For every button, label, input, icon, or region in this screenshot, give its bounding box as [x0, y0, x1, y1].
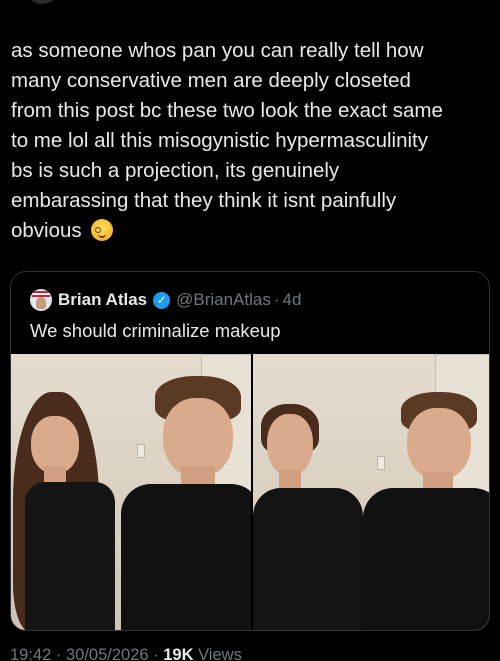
post-line: to me lol all this misogynistic hypermas…	[11, 129, 428, 152]
quoted-tweet-time[interactable]: 4d	[283, 290, 302, 310]
person-man-right	[353, 354, 489, 630]
quoted-tweet-media[interactable]	[11, 354, 489, 630]
post-line: many conservative men are deeply closete…	[11, 69, 411, 92]
views-count: 19K	[163, 646, 194, 661]
face-with-spiral-eyes-emoji-icon	[91, 219, 114, 241]
post-text: as someone whos pan you can really tell …	[11, 36, 491, 246]
verified-badge-icon: ✓	[153, 291, 171, 309]
separator-dot: ·	[51, 646, 66, 661]
tweet-view: as someone whos pan you can really tell …	[0, 0, 500, 661]
tweet-time[interactable]: 19:42	[10, 646, 51, 661]
post-line: as someone whos pan you can really tell …	[11, 39, 424, 62]
media-photo-right[interactable]	[253, 354, 489, 630]
quoted-author-handle[interactable]: @BrianAtlas	[176, 290, 271, 310]
separator-dot: ·	[273, 290, 280, 309]
post-line: bs is such a projection, its genuinely	[11, 159, 340, 182]
post-line-last: obvious	[11, 216, 491, 246]
tweet-meta: 19:42 · 30/05/2026 · 19K Views	[10, 646, 242, 661]
quoted-tweet[interactable]: Brian Atlas ✓ @BrianAtlas · 4d We should…	[10, 271, 490, 631]
views-label: Views	[193, 646, 242, 661]
author-avatar[interactable]	[27, 0, 57, 4]
person-man-left	[111, 354, 251, 630]
quoted-author-name[interactable]: Brian Atlas	[58, 290, 147, 310]
separator-dot: ·	[148, 646, 164, 661]
post-line: obvious	[11, 219, 82, 242]
person-woman-left	[11, 354, 121, 630]
post-line: embarassing that they think it isnt pain…	[11, 189, 397, 212]
media-photo-left[interactable]	[11, 354, 251, 630]
quoted-tweet-text: We should criminalize makeup	[30, 320, 281, 341]
post-line: from this post bc these two look the exa…	[11, 99, 443, 122]
quoted-author-avatar[interactable]	[30, 289, 52, 311]
tweet-date[interactable]: 30/05/2026	[66, 646, 149, 661]
quoted-tweet-header: Brian Atlas ✓ @BrianAtlas · 4d	[30, 287, 301, 313]
